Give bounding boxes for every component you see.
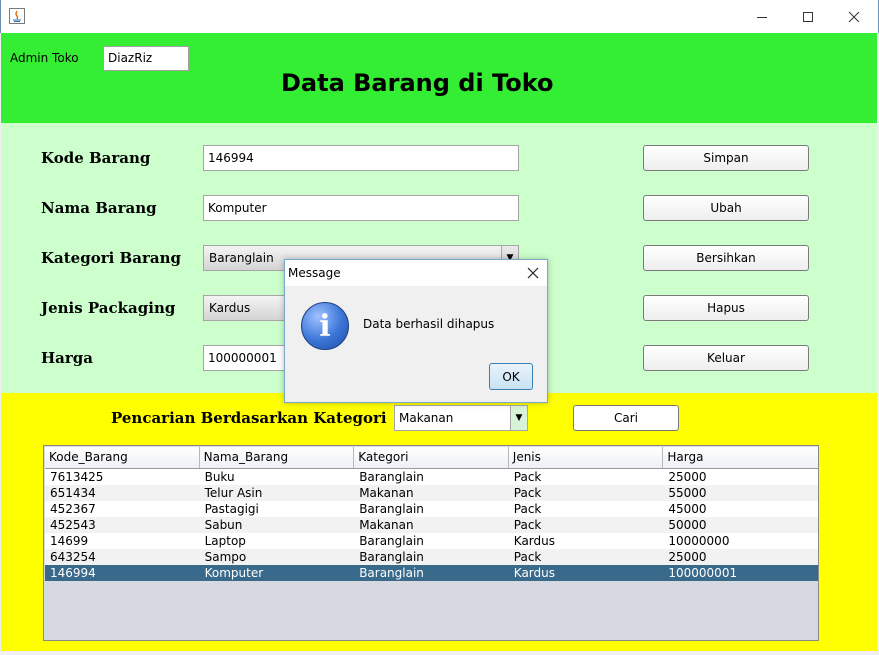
jenis-packaging-value: Kardus: [209, 301, 251, 315]
info-icon: i: [301, 302, 349, 350]
maximize-icon: [803, 12, 813, 22]
jenis-packaging-label: Jenis Packaging: [41, 299, 176, 317]
table-cell: Kardus: [513, 534, 555, 548]
data-table[interactable]: Kode_Barang Nama_Barang Kategori Jenis H…: [43, 445, 819, 641]
table-cell: Pack: [513, 502, 542, 516]
close-icon: [527, 267, 539, 279]
search-category-combo[interactable]: Makanan ▼: [394, 405, 528, 431]
kategori-barang-label: Kategori Barang: [41, 249, 181, 267]
table-cell: 452543: [50, 518, 96, 532]
table-cell: Pack: [513, 470, 542, 484]
dialog-message: Data berhasil dihapus: [363, 317, 495, 331]
table-body: 7613425 Buku Baranglain Pack 25000 651434 Telu…: [45, 469, 818, 581]
table-cell: Baranglain: [359, 534, 424, 548]
column-header[interactable]: Harga: [663, 447, 818, 468]
table-cell: Pack: [513, 550, 542, 564]
table-row[interactable]: 643254 Sampo Baranglain Pack 25000: [45, 549, 818, 565]
harga-label: Harga: [41, 349, 94, 367]
table-cell: Laptop: [204, 534, 246, 548]
table-cell: 14699: [50, 534, 89, 548]
table-cell: Baranglain: [359, 550, 424, 564]
ok-button[interactable]: OK: [489, 363, 533, 390]
search-label: Pencarian Berdasarkan Kategori: [111, 409, 387, 427]
nama-barang-field[interactable]: Komputer: [203, 195, 519, 221]
minimize-icon: [757, 17, 767, 18]
kode-barang-label: Kode Barang: [41, 149, 151, 167]
table-cell: Makanan: [359, 518, 414, 532]
java-icon: [9, 8, 25, 24]
hapus-button[interactable]: Hapus: [643, 295, 809, 321]
maximize-button[interactable]: [785, 4, 831, 30]
search-category-value: Makanan: [399, 411, 454, 425]
table-cell: Makanan: [359, 486, 414, 500]
table-cell: 7613425: [50, 470, 104, 484]
table-cell: Baranglain: [359, 502, 424, 516]
table-cell: Pack: [513, 486, 542, 500]
table-cell: Komputer: [204, 566, 264, 580]
ubah-button[interactable]: Ubah: [643, 195, 809, 221]
table-cell: 651434: [50, 486, 96, 500]
table-cell: Pack: [513, 518, 542, 532]
table-cell: Kardus: [513, 566, 555, 580]
table-cell: Sabun: [204, 518, 243, 532]
chevron-down-icon[interactable]: ▼: [510, 406, 527, 430]
table-cell: 50000: [668, 518, 707, 532]
table-cell: 25000: [668, 550, 707, 564]
minimize-button[interactable]: [739, 4, 785, 30]
table-cell: Buku: [204, 470, 235, 484]
table-row[interactable]: 452543 Sabun Makanan Pack 50000: [45, 517, 818, 533]
table-row[interactable]: 7613425 Buku Baranglain Pack 25000: [45, 469, 818, 485]
cari-button[interactable]: Cari: [573, 405, 679, 431]
simpan-button[interactable]: Simpan: [643, 145, 809, 171]
column-header[interactable]: Jenis: [509, 447, 664, 468]
table-cell: Telur Asin: [204, 486, 263, 500]
table-cell: Sampo: [204, 550, 247, 564]
keluar-button[interactable]: Keluar: [643, 345, 809, 371]
table-cell: 146994: [50, 566, 96, 580]
kode-barang-field[interactable]: 146994: [203, 145, 519, 171]
table-cell: Baranglain: [359, 470, 424, 484]
table-row[interactable]: 651434 Telur Asin Makanan Pack 55000: [45, 485, 818, 501]
table-cell: 100000001: [668, 566, 738, 580]
table-cell: Baranglain: [359, 566, 424, 580]
table-cell: 55000: [668, 486, 707, 500]
admin-label: Admin Toko: [10, 51, 79, 65]
close-button[interactable]: [831, 4, 877, 30]
column-header[interactable]: Kode_Barang: [45, 447, 200, 468]
column-header[interactable]: Nama_Barang: [200, 447, 355, 468]
table-cell: 45000: [668, 502, 707, 516]
table-cell: 452367: [50, 502, 96, 516]
table-cell: 10000000: [668, 534, 730, 548]
kategori-barang-value: Baranglain: [209, 251, 274, 265]
admin-field[interactable]: DiazRiz: [103, 46, 189, 71]
nama-barang-label: Nama Barang: [41, 199, 157, 217]
page-title: Data Barang di Toko: [281, 69, 554, 97]
table-header: Kode_Barang Nama_Barang Kategori Jenis H…: [45, 447, 818, 469]
dialog-titlebar: Message: [285, 260, 547, 286]
table-row[interactable]: 146994 Komputer Baranglain Kardus 100000001: [45, 565, 818, 581]
close-icon: [848, 11, 860, 23]
message-dialog: Message i Data berhasil dihapus OK: [284, 259, 548, 403]
dialog-close-button[interactable]: [523, 263, 543, 283]
bersihkan-button[interactable]: Bersihkan: [643, 245, 809, 271]
table-cell: 25000: [668, 470, 707, 484]
dialog-title: Message: [288, 266, 341, 280]
table-cell: Pastagigi: [204, 502, 259, 516]
table-row[interactable]: 14699 Laptop Baranglain Kardus 10000000: [45, 533, 818, 549]
column-header[interactable]: Kategori: [354, 447, 509, 468]
table-cell: 643254: [50, 550, 96, 564]
table-row[interactable]: 452367 Pastagigi Baranglain Pack 45000: [45, 501, 818, 517]
